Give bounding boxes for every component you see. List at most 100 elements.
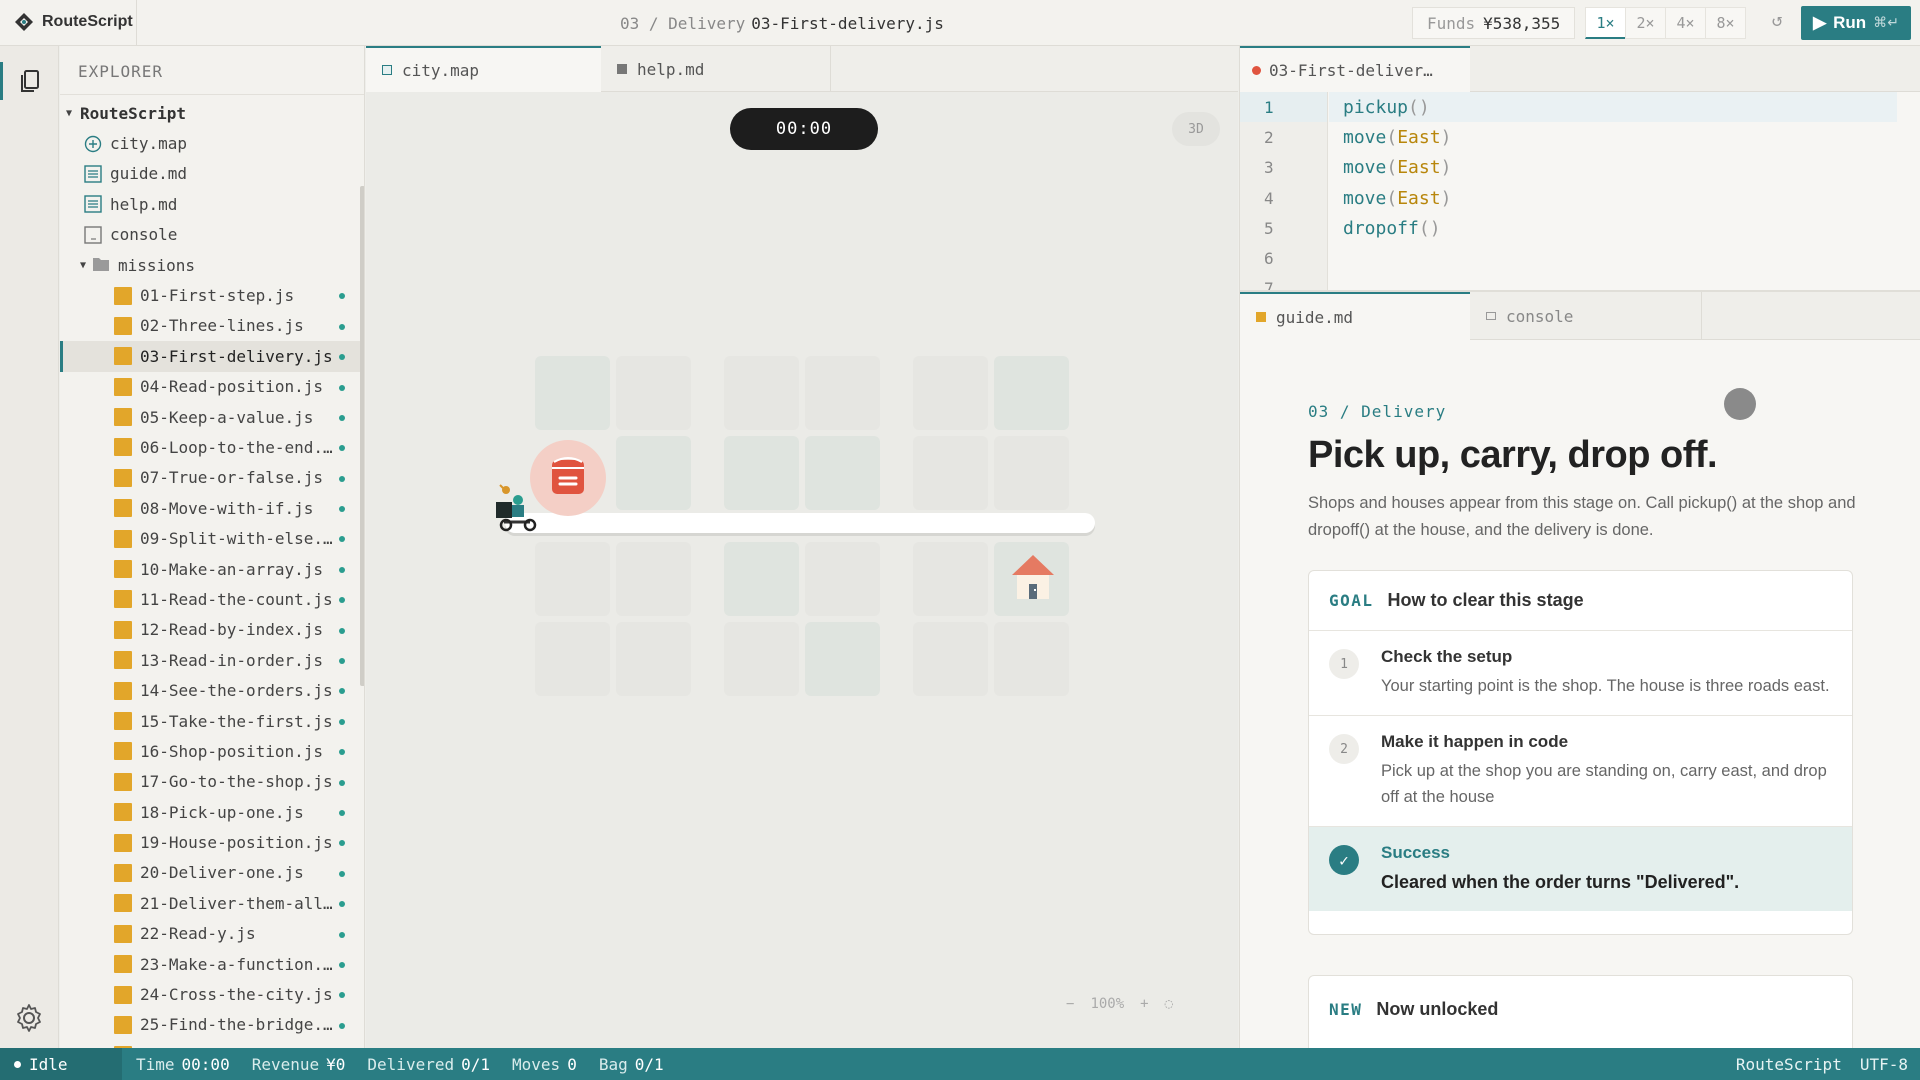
tree-file-mission[interactable]: 23-Make-a-function.js (60, 949, 364, 979)
speed-8x-button[interactable]: 8× (1705, 7, 1746, 39)
status-dot-icon (339, 931, 345, 938)
file-tree: ▼ RouteScript city.map guide.md help.md c… (60, 98, 364, 1048)
tree-file-mission[interactable]: 10-Make-an-array.js (60, 554, 364, 584)
js-file-icon (114, 529, 132, 548)
tree-file-mission[interactable]: 01-First-step.js (60, 280, 364, 310)
tree-file-mission[interactable]: 19-House-position.js (60, 827, 364, 857)
status-value: 0/1 (634, 1054, 664, 1074)
folder-icon (92, 256, 110, 274)
tab-help-md[interactable]: help.md (601, 46, 831, 92)
code-line[interactable]: dropoff() (1329, 213, 1919, 243)
recenter-icon[interactable]: ◌ (1165, 996, 1173, 1012)
code-function: move (1343, 187, 1387, 209)
code-function: move (1343, 157, 1387, 179)
tab-label: guide.md (1276, 307, 1354, 327)
code-line[interactable] (1329, 243, 1919, 273)
terminal-file-icon (1486, 312, 1496, 320)
tree-file-mission[interactable]: 03-First-delivery.js (60, 341, 364, 372)
house-marker[interactable] (1010, 553, 1056, 607)
tree-file-console[interactable]: console (60, 220, 364, 250)
tree-file-mission[interactable]: 05-Keep-a-value.js (60, 402, 364, 432)
tree-file-mission[interactable]: 14-See-the-orders.js (60, 675, 364, 705)
code-line[interactable]: pickup() (1329, 92, 1897, 123)
speed-2x-button[interactable]: 2× (1625, 7, 1666, 39)
speed-4x-button[interactable]: 4× (1665, 7, 1706, 39)
tree-file-label: 15-Take-the-first.js (140, 711, 333, 731)
city-block (805, 542, 880, 616)
tree-file-mission[interactable]: 08-Move-with-if.js (60, 493, 364, 523)
run-button[interactable]: ▶ Run ⌘↵ (1801, 6, 1911, 40)
tree-file-mission[interactable]: 11-Read-the-count.js (60, 584, 364, 614)
city-block (616, 356, 691, 430)
reset-icon[interactable]: ↺ (1764, 10, 1790, 36)
divider (60, 94, 364, 95)
tree-file-mission[interactable]: 07-True-or-false.js (60, 463, 364, 493)
code-area[interactable]: pickup() move(East) move(East) move(East) dr… (1329, 92, 1919, 292)
tree-file-guide-md[interactable]: guide.md (60, 159, 364, 189)
status-dot-icon (339, 566, 345, 573)
tree-file-help-md[interactable]: help.md (60, 189, 364, 219)
tree-file-mission[interactable]: 15-Take-the-first.js (60, 706, 364, 736)
tree-root-folder[interactable]: ▼ RouteScript (60, 98, 364, 128)
doc-icon (84, 195, 102, 214)
js-file-icon (114, 742, 132, 761)
line-number: 1 (1240, 92, 1327, 123)
map-pane: city.map help.md 00:00 3D − 100% + ◌ (366, 46, 1238, 1048)
tree-file-mission[interactable]: 16-Shop-position.js (60, 736, 364, 766)
tree-file-city-map[interactable]: city.map (60, 128, 364, 158)
speed-1x-button[interactable]: 1× (1585, 7, 1626, 39)
explorer-scrollbar[interactable] (360, 186, 364, 686)
tree-file-label: city.map (110, 134, 188, 154)
code-line[interactable]: move(East) (1329, 122, 1919, 152)
city-block (913, 436, 988, 510)
tree-file-mission[interactable]: 24-Cross-the-city.js (60, 979, 364, 1009)
js-file-icon (114, 316, 132, 335)
tree-file-mission[interactable]: 13-Read-in-order.js (60, 645, 364, 675)
shop-marker[interactable] (530, 440, 606, 516)
tree-file-mission[interactable]: 09-Split-with-else.js (60, 523, 364, 553)
status-value: ¥0 (326, 1054, 346, 1074)
zoom-out-button[interactable]: − (1066, 996, 1074, 1012)
tree-file-mission[interactable]: 12-Read-by-index.js (60, 615, 364, 645)
status-encoding[interactable]: UTF-8 (1860, 1055, 1908, 1074)
paren-close: ) (1440, 187, 1452, 209)
tree-folder-missions[interactable]: ▼ missions (60, 250, 364, 280)
status-dot-icon (339, 901, 345, 908)
tree-file-mission[interactable]: 06-Loop-to-the-end.js (60, 432, 364, 462)
tree-file-mission[interactable]: 02-Three-lines.js (60, 311, 364, 341)
tree-file-mission[interactable]: 25-Find-the-bridge.js (60, 1010, 364, 1040)
tab-guide-md[interactable]: guide.md (1240, 292, 1470, 340)
tree-file-mission[interactable]: 18-Pick-up-one.js (60, 797, 364, 827)
js-file-icon (114, 499, 132, 518)
city-block (535, 622, 610, 696)
tab-console[interactable]: console (1470, 292, 1702, 340)
js-file-icon (114, 347, 132, 366)
logo-icon (15, 13, 33, 31)
tab-city-map[interactable]: city.map (366, 46, 601, 92)
app-brand[interactable]: RouteScript (14, 12, 133, 32)
tree-file-mission[interactable]: 26-Check-the-revenue.js (60, 1040, 364, 1048)
tree-file-mission[interactable]: 17-Go-to-the-shop.js (60, 767, 364, 797)
status-dot-icon (339, 749, 345, 756)
status-value: 0 (567, 1054, 577, 1074)
settings-gear-icon[interactable] (13, 1002, 45, 1038)
city-block (724, 622, 799, 696)
view-3d-toggle[interactable]: 3D (1172, 112, 1220, 146)
js-file-icon (114, 560, 132, 579)
success-title: Success (1381, 843, 1450, 862)
shop-icon (552, 457, 584, 494)
explorer-icon[interactable] (0, 58, 59, 104)
code-line[interactable]: move(East) (1329, 153, 1919, 183)
tab-label: 03-First-deliver… (1269, 60, 1433, 80)
line-number: 4 (1264, 188, 1274, 208)
tree-file-mission[interactable]: 04-Read-position.js (60, 372, 364, 402)
tree-file-mission[interactable]: 22-Read-y.js (60, 919, 364, 949)
code-line[interactable]: move(East) (1329, 183, 1919, 213)
zoom-controls: − 100% + ◌ (1066, 996, 1173, 1012)
tree-file-mission[interactable]: 21-Deliver-them-all.js (60, 888, 364, 918)
mouse-cursor (1724, 388, 1756, 420)
tab-mission-file[interactable]: 03-First-deliver… (1240, 46, 1470, 92)
tree-file-mission[interactable]: 20-Deliver-one.js (60, 858, 364, 888)
app-name: RouteScript (42, 13, 133, 30)
zoom-in-button[interactable]: + (1140, 996, 1148, 1012)
